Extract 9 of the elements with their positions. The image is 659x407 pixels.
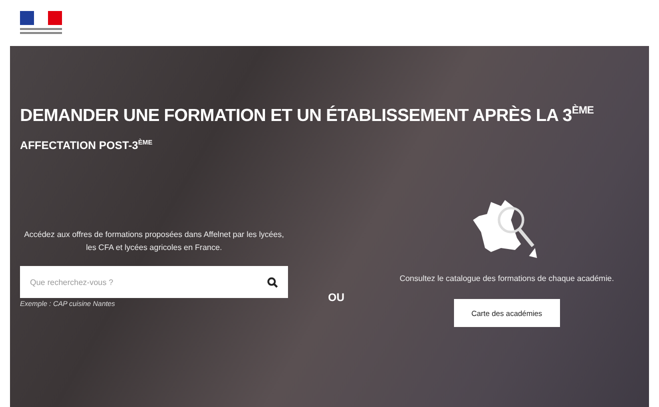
search-icon [267,276,278,288]
page-title: DEMANDER UNE FORMATION ET UN ÉTABLISSEMENT APRÈS LA 3$^{ÈME}$ [20,103,594,127]
or-separator: OU [328,292,344,304]
catalogue-text: Consultez le catalogue des formations de chaque académie. [400,274,614,283]
intro-text: Accédez aux offres de formations proposées dans Affelnet par les lycées, les CFA et lycées agricoles en France. [23,229,285,254]
search-button[interactable] [257,266,288,298]
logo-icon [18,11,64,35]
page-subtitle: AFFECTATION POST-3$^{ÈME}$ [20,140,154,152]
search-field[interactable]: Que recherchez-vous ? [20,266,257,298]
